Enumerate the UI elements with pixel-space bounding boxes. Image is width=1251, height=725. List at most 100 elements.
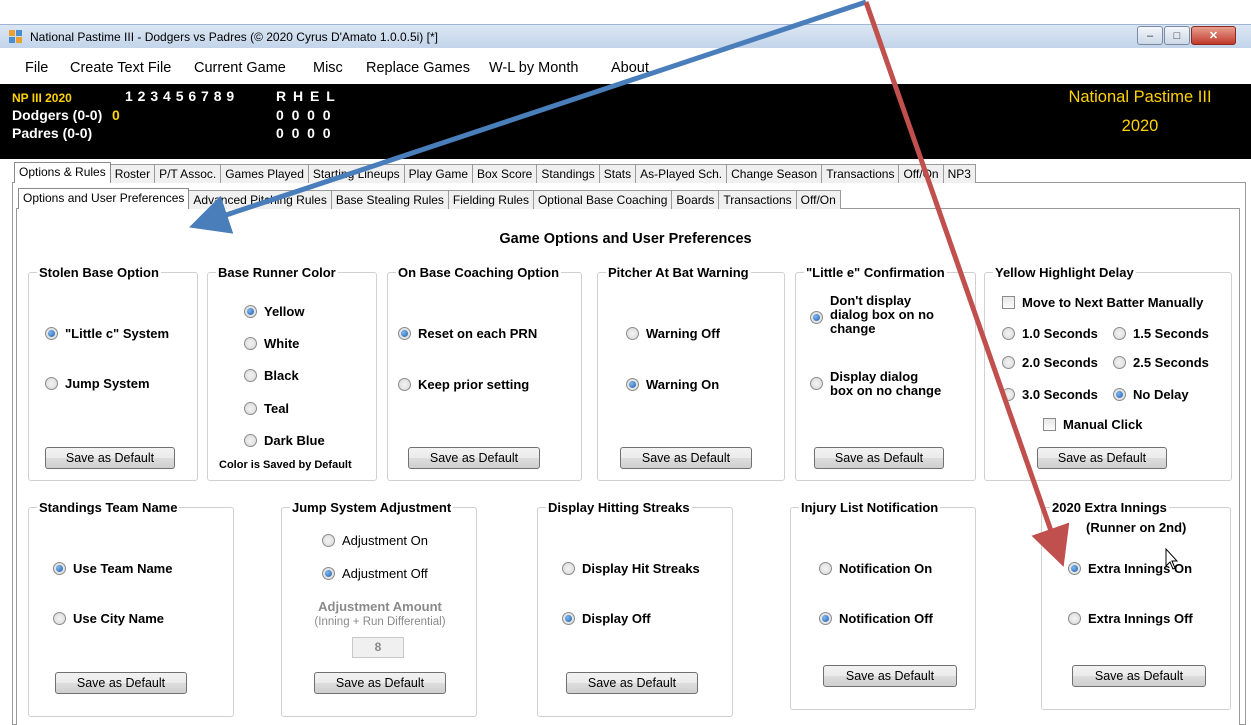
subtab-base-stealing[interactable]: Base Stealing Rules	[330, 190, 449, 209]
radio-icon	[1002, 388, 1015, 401]
radio-display-off[interactable]: Display Off	[562, 611, 651, 626]
menu-bar: File Create Text File Current Game Misc …	[0, 56, 1251, 82]
tab-box-score[interactable]: Box Score	[472, 164, 538, 183]
menu-misc[interactable]: Misc	[313, 60, 343, 76]
save-default-button[interactable]: Save as Default	[408, 447, 540, 469]
maximize-icon[interactable]: □	[1164, 26, 1190, 45]
radio-yellow[interactable]: Yellow	[244, 304, 304, 319]
save-default-button[interactable]: Save as Default	[55, 672, 187, 694]
radio-icon	[244, 402, 257, 415]
save-default-button[interactable]: Save as Default	[823, 665, 957, 687]
radio-warning-on[interactable]: Warning On	[626, 377, 719, 392]
save-default-button[interactable]: Save as Default	[566, 672, 698, 694]
radio-warning-off[interactable]: Warning Off	[626, 326, 720, 341]
radio-use-city-name[interactable]: Use City Name	[53, 611, 164, 626]
checkbox-icon	[1002, 296, 1015, 309]
radio-extra-innings-off[interactable]: Extra Innings Off	[1068, 611, 1193, 626]
subtab-options-preferences[interactable]: Options and User Preferences	[18, 188, 190, 209]
radio-1-0-seconds[interactable]: 1.0 Seconds	[1002, 326, 1098, 341]
radio-keep-prior[interactable]: Keep prior setting	[398, 377, 529, 392]
adjustment-amount-field[interactable]: 8	[352, 637, 404, 658]
option-label: Jump System	[65, 376, 150, 391]
radio-white[interactable]: White	[244, 336, 299, 351]
option-label: 1.0 Seconds	[1022, 326, 1098, 341]
radio-adjustment-off[interactable]: Adjustment Off	[322, 566, 428, 581]
radio-icon	[810, 377, 823, 390]
tab-off-on[interactable]: Off/On	[898, 164, 944, 183]
option-label: Adjustment Off	[342, 566, 428, 581]
radio-2-5-seconds[interactable]: 2.5 Seconds	[1113, 355, 1209, 370]
radio-black[interactable]: Black	[244, 368, 299, 383]
radio-use-team-name[interactable]: Use Team Name	[53, 561, 172, 576]
subtab-base-coaching[interactable]: Optional Base Coaching	[532, 190, 673, 209]
radio-2-0-seconds[interactable]: 2.0 Seconds	[1002, 355, 1098, 370]
main-tabs: Options & Rules Roster P/T Assoc. Games …	[14, 162, 976, 183]
tab-play-game[interactable]: Play Game	[403, 164, 473, 183]
close-icon[interactable]: ✕	[1191, 26, 1236, 45]
option-label: Warning On	[646, 377, 720, 392]
menu-create-text-file[interactable]: Create Text File	[70, 60, 171, 76]
radio-dark-blue[interactable]: Dark Blue	[244, 433, 325, 448]
radio-notification-off[interactable]: Notification Off	[819, 611, 933, 626]
save-default-button[interactable]: Save as Default	[45, 447, 175, 469]
radio-extra-innings-on[interactable]: Extra Innings On	[1068, 561, 1192, 576]
radio-icon	[244, 434, 257, 447]
menu-wl-by-month[interactable]: W-L by Month	[489, 60, 578, 76]
radio-icon	[819, 562, 832, 575]
option-label: Use Team Name	[73, 561, 173, 576]
option-label: 3.0 Seconds	[1022, 387, 1098, 402]
tab-standings[interactable]: Standings	[536, 164, 600, 183]
tab-roster[interactable]: Roster	[109, 164, 156, 183]
save-default-button[interactable]: Save as Default	[314, 672, 446, 694]
save-default-button[interactable]: Save as Default	[814, 447, 944, 469]
group-extra-innings: 2020 Extra Innings (Runner on 2nd) Extra…	[1041, 500, 1231, 710]
checkbox-manual-click[interactable]: Manual Click	[1043, 417, 1142, 432]
menu-about[interactable]: About	[611, 60, 649, 76]
tab-np3[interactable]: NP3	[942, 164, 976, 183]
radio-3-0-seconds[interactable]: 3.0 Seconds	[1002, 387, 1098, 402]
window-title: National Pastime III - Dodgers vs Padres…	[30, 30, 438, 44]
tab-change-season[interactable]: Change Season	[726, 164, 823, 183]
radio-little-c[interactable]: "Little c" System	[45, 326, 169, 341]
radio-display-dialog[interactable]: Display dialog box on no change	[810, 370, 941, 398]
option-label: Warning Off	[646, 326, 720, 341]
tab-as-played[interactable]: As-Played Sch.	[635, 164, 728, 183]
radio-teal[interactable]: Teal	[244, 401, 289, 416]
radio-1-5-seconds[interactable]: 1.5 Seconds	[1113, 326, 1209, 341]
app-icon	[9, 30, 22, 43]
radio-no-delay[interactable]: No Delay	[1113, 387, 1189, 402]
checkbox-move-next-batter[interactable]: Move to Next Batter Manually	[1002, 295, 1203, 310]
minimize-icon[interactable]: –	[1137, 26, 1163, 45]
subtab-boards[interactable]: Boards	[671, 190, 720, 209]
tab-pt-assoc[interactable]: P/T Assoc.	[154, 164, 222, 183]
save-default-button[interactable]: Save as Default	[1037, 447, 1167, 469]
tab-starting-lineups[interactable]: Starting Lineups	[307, 164, 405, 183]
group-title: 2020 Extra Innings	[1050, 500, 1169, 515]
subtab-advanced-pitching[interactable]: Advanced Pitching Rules	[188, 190, 332, 209]
group-injury-notification: Injury List Notification Notification On…	[790, 500, 976, 710]
radio-reset-prn[interactable]: Reset on each PRN	[398, 326, 537, 341]
tab-stats[interactable]: Stats	[598, 164, 637, 183]
radio-icon	[322, 534, 335, 547]
radio-selected-icon	[562, 612, 575, 625]
menu-replace-games[interactable]: Replace Games	[366, 60, 470, 76]
group-title: Standings Team Name	[37, 500, 180, 515]
subtab-off-on[interactable]: Off/On	[795, 190, 841, 209]
radio-jump-system[interactable]: Jump System	[45, 376, 150, 391]
save-default-button[interactable]: Save as Default	[620, 447, 752, 469]
option-label: 2.0 Seconds	[1022, 355, 1098, 370]
radio-dont-display[interactable]: Don't display dialog box on no change	[810, 294, 934, 336]
tab-games-played[interactable]: Games Played	[220, 164, 309, 183]
radio-display-hit-streaks[interactable]: Display Hit Streaks	[562, 561, 700, 576]
subtab-transactions[interactable]: Transactions	[718, 190, 797, 209]
tab-transactions[interactable]: Transactions	[821, 164, 900, 183]
radio-notification-on[interactable]: Notification On	[819, 561, 932, 576]
tab-options-rules[interactable]: Options & Rules	[14, 162, 111, 183]
team-dodgers: Dodgers (0-0)	[12, 107, 103, 123]
menu-current-game[interactable]: Current Game	[194, 60, 286, 76]
radio-adjustment-on[interactable]: Adjustment On	[322, 533, 428, 548]
subtab-fielding[interactable]: Fielding Rules	[447, 190, 534, 209]
menu-file[interactable]: File	[25, 60, 48, 76]
save-default-button[interactable]: Save as Default	[1072, 665, 1206, 687]
checkbox-icon	[1043, 418, 1056, 431]
